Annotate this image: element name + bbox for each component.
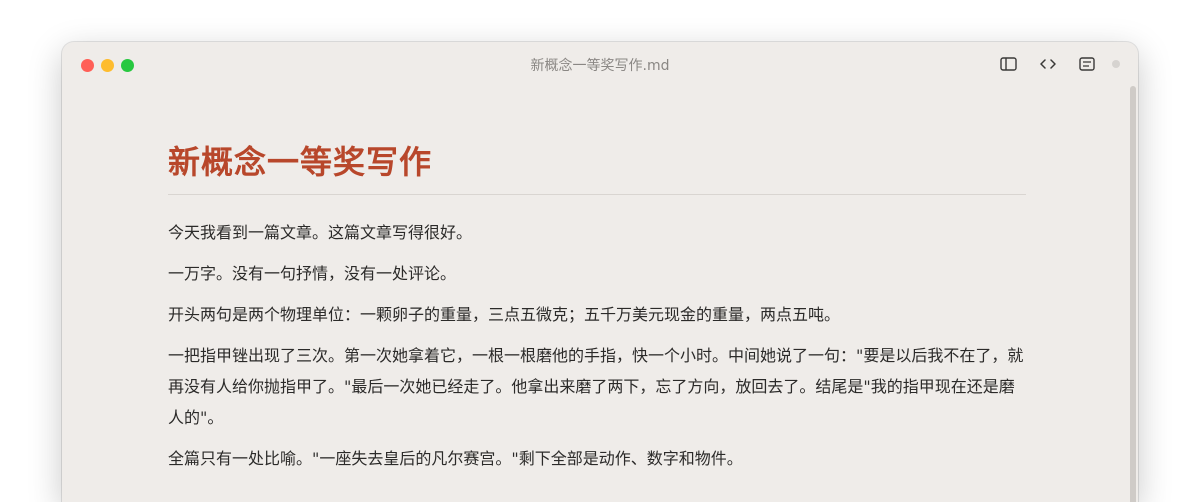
status-dot xyxy=(1112,60,1120,68)
paragraph: 今天我看到一篇文章。这篇文章写得很好。 xyxy=(168,223,473,242)
paragraph: 全篇只有一处比喻。"一座失去皇后的凡尔赛宫。"剩下全部是动作、数字和物件。 xyxy=(168,449,743,468)
outline-icon[interactable] xyxy=(1076,54,1098,74)
paragraph: 一万字。没有一句抒情，没有一处评论。 xyxy=(168,264,457,283)
document-content[interactable]: 新概念一等奖写作 今天我看到一篇文章。这篇文章写得很好。 一万字。没有一句抒情，… xyxy=(168,140,1026,474)
window-title: 新概念一等奖写作.md xyxy=(530,58,670,74)
scrollbar-thumb[interactable] xyxy=(1130,86,1136,502)
paragraph: 开头两句是两个物理单位：一颗卵子的重量，三点五微克；五千万美元现金的重量，两点五… xyxy=(168,305,841,324)
sidebar-icon[interactable] xyxy=(997,54,1019,74)
title-bar: 新概念一等奖写作.md xyxy=(62,42,1138,86)
editor-window: 新概念一等奖写作.md 新概念一等奖写作 今天我看到一篇文章。这篇文章写得很好。 xyxy=(62,42,1138,502)
document-heading: 新概念一等奖写作 xyxy=(168,140,1026,195)
paragraph: 一把指甲锉出现了三次。第一次她拿着它，一根一根磨他的手指，快一个小时。中间她说了… xyxy=(168,346,1024,427)
code-view-icon[interactable] xyxy=(1037,54,1059,74)
vertical-scrollbar[interactable] xyxy=(1128,86,1138,502)
